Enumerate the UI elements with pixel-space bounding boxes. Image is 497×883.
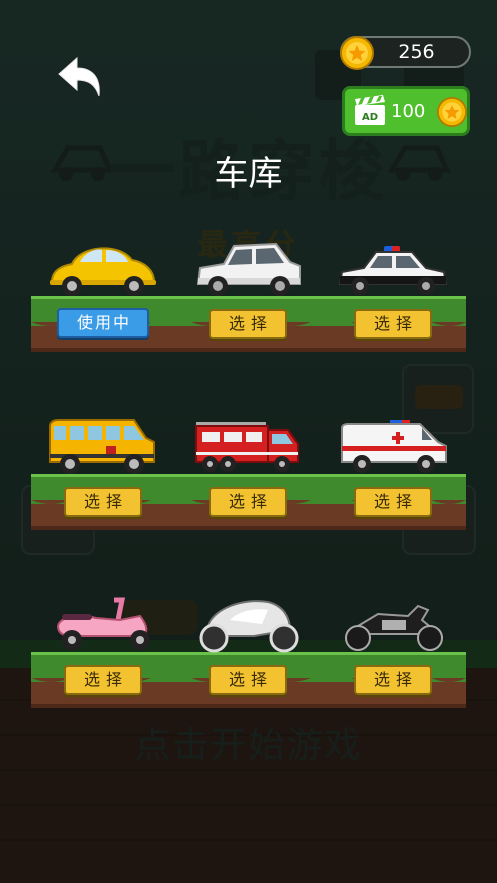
select-vehicle-button[interactable]: 选择 (64, 665, 142, 695)
pink-scooter[interactable] (52, 596, 160, 652)
ad-reward-amount: 100 (391, 101, 426, 122)
fire-truck[interactable] (192, 418, 304, 476)
select-vehicle-button[interactable]: 选择 (354, 309, 432, 339)
page-title: 车库 (214, 154, 283, 194)
select-vehicle-button[interactable]: 选择 (64, 487, 142, 517)
watch-ad-button[interactable]: AD 100 (342, 86, 470, 136)
coin-icon (437, 97, 467, 127)
ad-icon-text: AD (362, 112, 378, 123)
select-vehicle-button[interactable]: 选择 (209, 309, 287, 339)
ambulance[interactable] (338, 418, 450, 476)
coin-counter: 256 (340, 36, 471, 70)
coin-count: 256 (398, 41, 435, 63)
school-bus[interactable] (46, 416, 158, 476)
motorcycle[interactable] (338, 596, 450, 654)
police-car[interactable] (338, 240, 448, 298)
select-vehicle-button[interactable]: 选择 (354, 487, 432, 517)
white-hatchback-car[interactable] (194, 240, 304, 298)
vehicle-in-use-button[interactable]: 使用中 (57, 308, 149, 338)
select-vehicle-button[interactable]: 选择 (354, 665, 432, 695)
back-arrow-icon[interactable] (55, 56, 103, 100)
futuristic-bike[interactable] (194, 596, 304, 654)
select-vehicle-button[interactable]: 选择 (209, 665, 287, 695)
clapperboard-ad-icon: AD (355, 95, 385, 125)
yellow-beetle-car[interactable] (48, 240, 158, 298)
select-vehicle-button[interactable]: 选择 (209, 487, 287, 517)
